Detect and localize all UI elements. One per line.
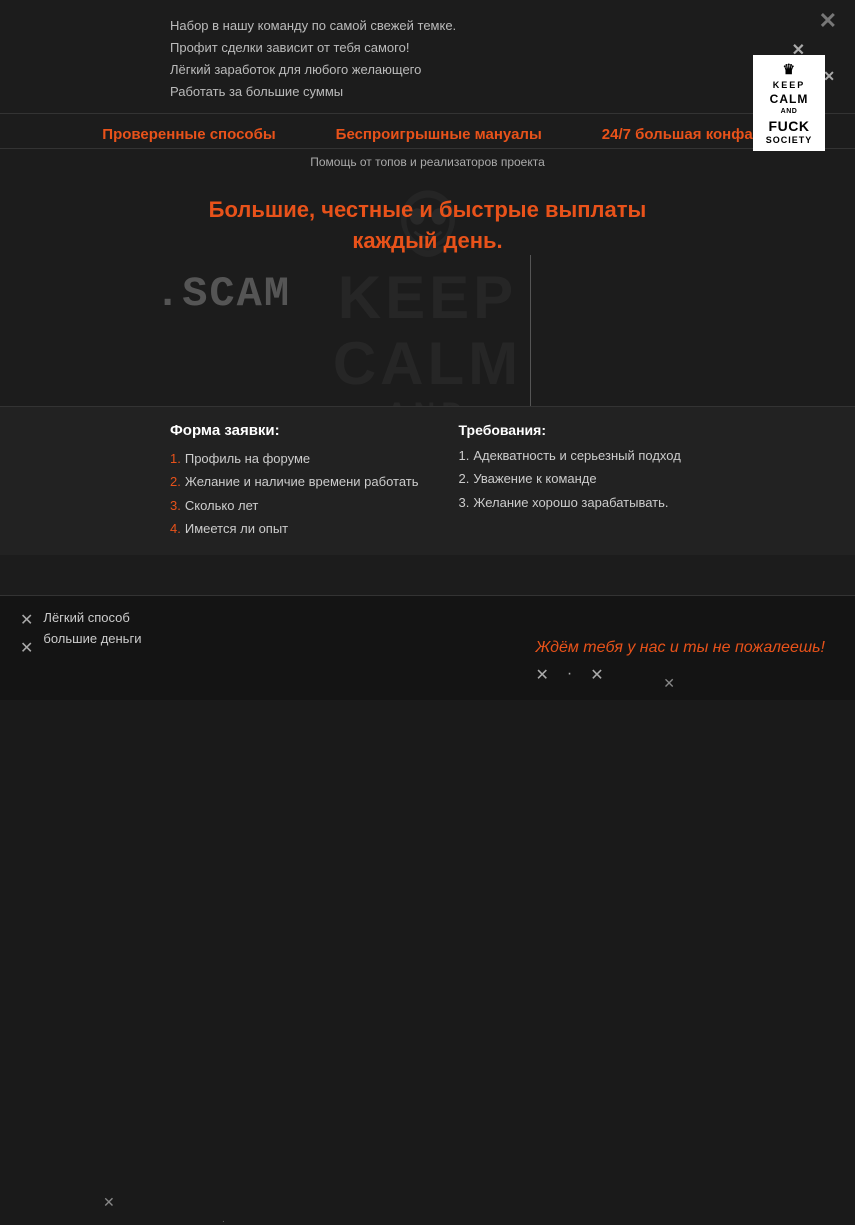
req-item-2: Уважение к команде	[459, 467, 681, 490]
nav-subtitle: Помощь от топов и реализаторов проекта	[0, 149, 855, 175]
scam-text: .SCAM	[155, 270, 291, 318]
close-button-top-right[interactable]: ✕	[819, 8, 837, 34]
bottom-x-icon-2[interactable]: ✕	[590, 665, 603, 685]
bottom-close-2[interactable]: ✕	[20, 638, 33, 658]
form-section: Форма заявки: Профиль на форуме Желание …	[0, 406, 855, 556]
bottom-dot-sep: ·	[567, 665, 572, 685]
headline-text: Большие, честные и быстрые выплаты кажды…	[0, 195, 855, 257]
bottom-line2: большие деньги	[43, 629, 141, 650]
bottom-x-icons: ✕ · ✕	[535, 665, 825, 685]
req-block: Требования: Адекватность и серьезный под…	[459, 422, 681, 541]
main-content: KEEP CALM AND FUCK SOCIETY Большие, чест…	[0, 175, 855, 555]
bottom-text-block: Лёгкий способ большие деньги	[43, 608, 141, 650]
bottom-line1: Лёгкий способ	[43, 608, 141, 629]
tab-proven[interactable]: Проверенные способы	[102, 126, 275, 143]
req-item-3: Желание хорошо зарабатывать.	[459, 491, 681, 514]
tab-manuals[interactable]: Беспроигрышные мануалы	[336, 126, 542, 143]
bottom-x-icon-1[interactable]: ✕	[535, 665, 548, 685]
req-title: Требования:	[459, 422, 681, 438]
x-bottom-corner[interactable]: ✕	[663, 675, 675, 692]
main-container: Набор в нашу команду по самой свежей тем…	[0, 0, 855, 700]
form-item-2: Желание и наличие времени работать	[170, 470, 419, 493]
req-item-1: Адекватность и серьезный подход	[459, 444, 681, 467]
x-scattered-1[interactable]: ✕	[103, 1194, 115, 1211]
bottom-cta: Ждём тебя у нас и ты не пожалеешь!	[535, 639, 825, 657]
bottom-close-1[interactable]: ✕	[20, 610, 33, 630]
close-button-right3[interactable]: ✕	[823, 68, 835, 85]
x-scattered-2[interactable]: .	[222, 1214, 225, 1225]
nav-tabs: Проверенные способы Беспроигрышные мануа…	[0, 114, 855, 149]
form-list: Профиль на форуме Желание и наличие врем…	[170, 447, 419, 541]
bottom-bar: ✕ ✕ Лёгкий способ большие деньги ✕ . Ждё…	[0, 595, 855, 700]
form-item-3: Сколько лет	[170, 494, 419, 517]
form-block: Форма заявки: Профиль на форуме Желание …	[170, 422, 419, 541]
form-title: Форма заявки:	[170, 422, 419, 439]
bottom-right-area: Ждём тебя у нас и ты не пожалеешь! ✕ · ✕	[535, 639, 825, 685]
top-section: Набор в нашу команду по самой свежей тем…	[0, 0, 855, 114]
form-item-1: Профиль на форуме	[170, 447, 419, 470]
req-list: Адекватность и серьезный подход Уважение…	[459, 444, 681, 514]
tab-conf[interactable]: 24/7 большая конфа	[602, 126, 753, 143]
form-item-4: Имеется ли опыт	[170, 517, 419, 540]
headline: Большие, честные и быстрые выплаты кажды…	[0, 195, 855, 257]
bottom-close-icons: ✕ ✕	[20, 608, 33, 658]
keep-calm-badge: ♛ KEEP CALM AND FUCK SOCIETY	[753, 55, 825, 151]
top-text: Набор в нашу команду по самой свежей тем…	[170, 15, 835, 103]
